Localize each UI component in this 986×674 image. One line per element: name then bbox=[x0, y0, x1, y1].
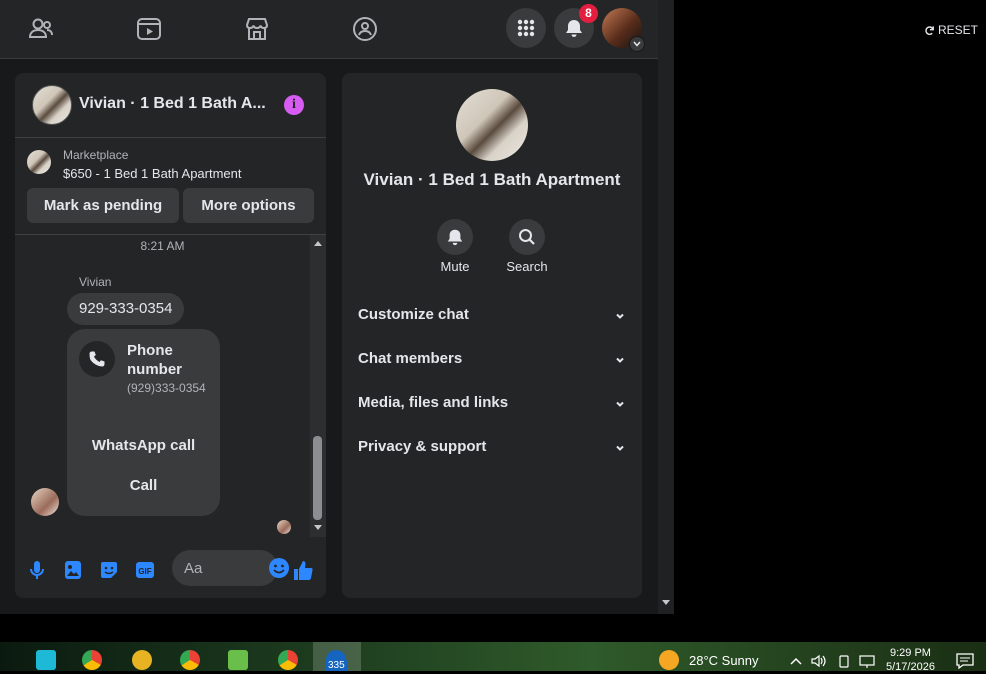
menu-button[interactable] bbox=[506, 8, 546, 48]
section-customize-chat[interactable]: Customize chat bbox=[358, 306, 626, 332]
photo-icon[interactable] bbox=[62, 559, 84, 581]
volume-icon[interactable] bbox=[811, 654, 827, 668]
svg-text:GIF: GIF bbox=[138, 567, 151, 576]
section-label: Privacy & support bbox=[358, 438, 487, 455]
like-icon[interactable] bbox=[292, 559, 314, 581]
network-icon[interactable] bbox=[859, 654, 875, 668]
notification-badge: 8 bbox=[579, 4, 598, 23]
mark-as-pending-button[interactable]: Mark as pending bbox=[27, 188, 179, 223]
message-timestamp: 8:21 AM bbox=[140, 239, 185, 253]
surfshark-icon[interactable] bbox=[36, 650, 56, 670]
system-clock[interactable]: 9:29 PM 5/17/2026 bbox=[886, 646, 935, 674]
phone-icon bbox=[79, 341, 115, 377]
marketplace-listing-bar: Marketplace $650 - 1 Bed 1 Bath Apartmen… bbox=[15, 138, 326, 235]
chat-title[interactable]: Vivian · 1 Bed 1 Bath A... bbox=[79, 95, 269, 113]
chat-details-panel: Vivian · 1 Bed 1 Bath Apartment Mute Sea… bbox=[342, 73, 642, 598]
card-title: Phone number bbox=[127, 342, 183, 378]
message-input-placeholder: Aa bbox=[184, 560, 203, 577]
spreadsheet-app-icon[interactable] bbox=[228, 650, 248, 670]
chevron-down-icon bbox=[616, 401, 624, 407]
scroll-up-icon bbox=[314, 241, 322, 246]
chevron-down-icon bbox=[616, 313, 624, 319]
sender-avatar bbox=[31, 488, 59, 516]
section-label: Customize chat bbox=[358, 306, 469, 323]
info-icon[interactable]: i bbox=[284, 95, 304, 115]
microphone-icon[interactable] bbox=[26, 559, 48, 581]
watch-icon[interactable] bbox=[136, 16, 162, 42]
chevron-down-icon bbox=[616, 357, 624, 363]
section-label: Media, files and links bbox=[358, 394, 509, 411]
scrollbar-thumb[interactable] bbox=[313, 436, 322, 520]
message-bubble[interactable]: 929-333-0354 bbox=[67, 293, 185, 325]
groups-icon[interactable] bbox=[352, 16, 378, 42]
call-button[interactable]: Call bbox=[67, 477, 220, 494]
search-label: Search bbox=[506, 259, 548, 274]
section-privacy-support[interactable]: Privacy & support bbox=[358, 438, 626, 464]
emoji-icon[interactable] bbox=[268, 557, 290, 584]
listing-title[interactable]: $650 - 1 Bed 1 Bath Apartment bbox=[63, 166, 242, 181]
phone-number-card: Phone number (929)333-0354 WhatsApp call… bbox=[67, 329, 220, 516]
bell-icon bbox=[566, 20, 582, 37]
mute-label: Mute bbox=[440, 259, 470, 274]
grid-icon bbox=[517, 19, 535, 37]
chat-header[interactable]: Vivian · 1 Bed 1 Bath A... i bbox=[15, 73, 326, 138]
clock-time: 9:29 PM bbox=[889, 647, 931, 659]
conversation-avatar[interactable] bbox=[456, 89, 528, 161]
section-media-files-links[interactable]: Media, files and links bbox=[358, 394, 626, 420]
chat-avatar bbox=[32, 85, 72, 125]
reset-button[interactable]: RESET bbox=[924, 23, 978, 37]
sun-icon bbox=[659, 650, 679, 670]
more-options-button[interactable]: More options bbox=[183, 188, 314, 223]
app-badge: 335 bbox=[326, 660, 347, 671]
section-label: Chat members bbox=[358, 350, 463, 367]
reset-label: RESET bbox=[938, 23, 979, 37]
marketplace-label: Marketplace bbox=[63, 148, 129, 162]
card-phone: (929)333-0354 bbox=[127, 381, 206, 395]
battery-icon[interactable] bbox=[837, 654, 851, 668]
chrome-profile-icon[interactable] bbox=[82, 650, 102, 670]
mute-button[interactable] bbox=[437, 219, 473, 255]
chrome-profile-b-icon[interactable] bbox=[278, 650, 298, 670]
listing-thumbnail[interactable] bbox=[27, 150, 51, 174]
section-chat-members[interactable]: Chat members bbox=[358, 350, 626, 376]
message-composer: GIF Aa bbox=[15, 547, 326, 598]
notification-center-icon[interactable] bbox=[956, 653, 974, 669]
windows-taskbar: 335 28°C Sunny 9:29 PM 5/17/2026 bbox=[0, 642, 986, 674]
chat-window: Vivian · 1 Bed 1 Bath A... i Marketplace… bbox=[15, 73, 326, 598]
sender-name: Vivian bbox=[79, 275, 112, 289]
whatsapp-call-button[interactable]: WhatsApp call bbox=[67, 437, 220, 454]
gif-icon[interactable]: GIF bbox=[134, 559, 156, 581]
weather-text[interactable]: 28°C Sunny bbox=[689, 653, 759, 668]
message-input[interactable]: Aa bbox=[172, 550, 289, 586]
top-navigation-bar: 8 bbox=[0, 0, 658, 59]
scroll-down-icon bbox=[662, 600, 670, 605]
chevron-up-icon[interactable] bbox=[789, 656, 803, 666]
chrome-icon[interactable] bbox=[180, 650, 200, 670]
marketplace-icon[interactable] bbox=[244, 16, 270, 42]
page-scrollbar[interactable] bbox=[658, 0, 674, 614]
scroll-down-icon bbox=[314, 525, 322, 530]
facebook-window: 8 Vivian · 1 Bed 1 Bath A... i Marketpla… bbox=[0, 0, 658, 614]
chevron-down-icon[interactable] bbox=[629, 36, 645, 52]
sticker-icon[interactable] bbox=[98, 559, 120, 581]
bell-icon bbox=[447, 229, 463, 246]
refresh-icon bbox=[925, 25, 934, 35]
message-list: 8:21 AM Vivian 929-333-0354 Phone number… bbox=[15, 235, 326, 537]
conversation-title: Vivian · 1 Bed 1 Bath Apartment bbox=[363, 170, 621, 189]
search-button[interactable] bbox=[509, 219, 545, 255]
message-scrollbar[interactable] bbox=[310, 235, 326, 537]
seen-indicator-avatar bbox=[277, 520, 291, 534]
chevron-down-icon bbox=[616, 445, 624, 451]
search-icon bbox=[519, 229, 535, 245]
friends-icon[interactable] bbox=[28, 16, 54, 42]
xbox-app-icon[interactable] bbox=[132, 650, 152, 670]
clock-date: 5/17/2026 bbox=[886, 661, 935, 673]
